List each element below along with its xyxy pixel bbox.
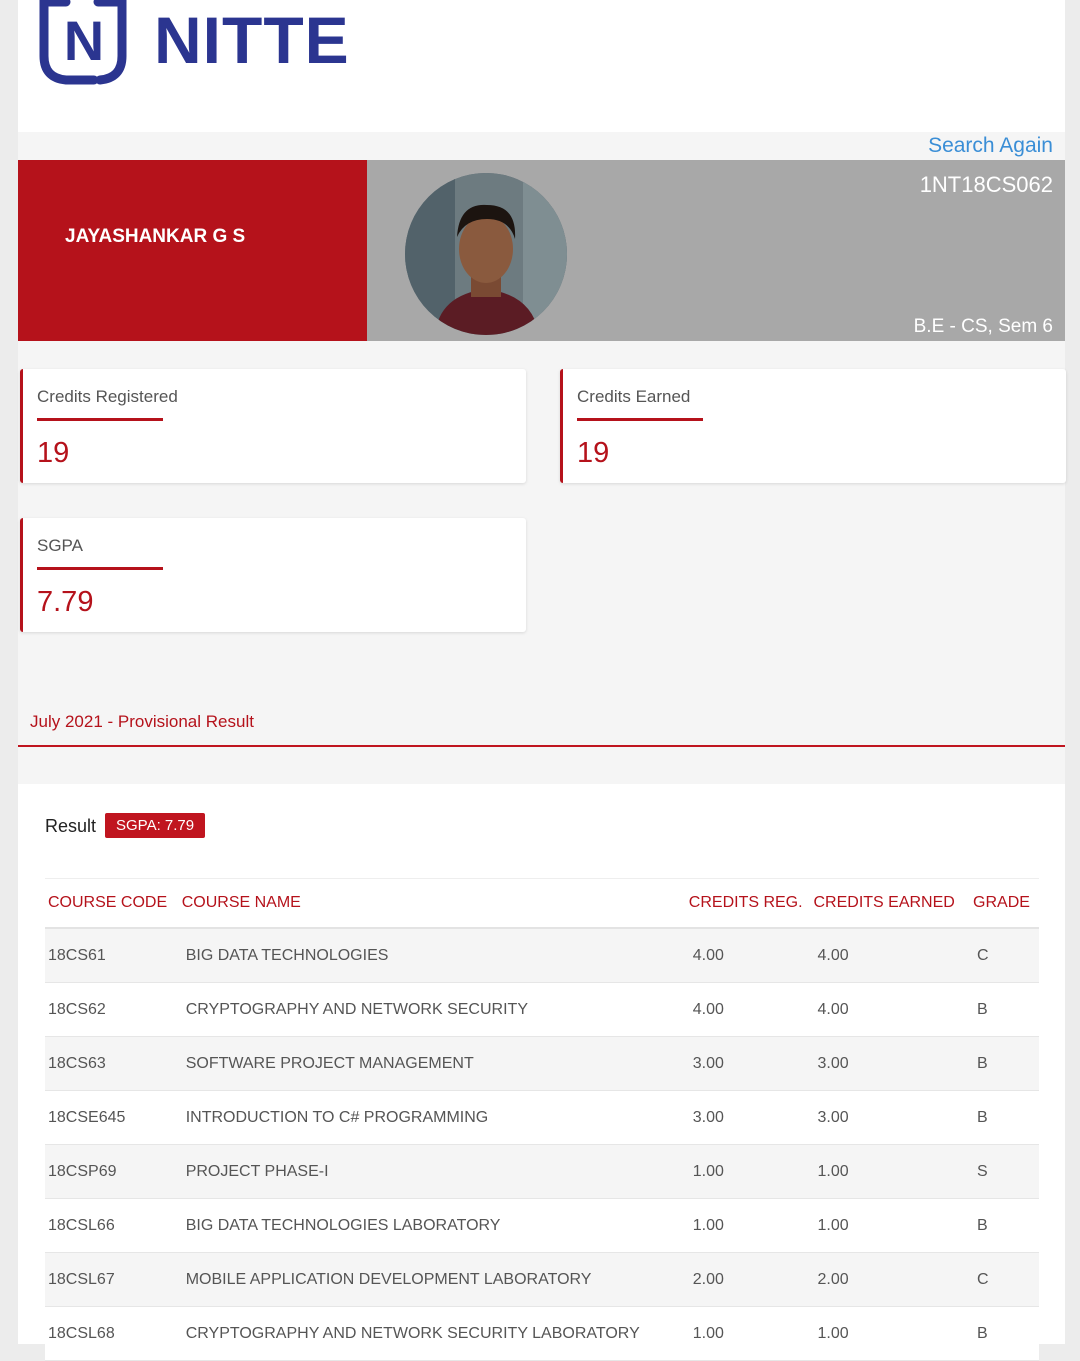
- brand-name: NITTE: [154, 3, 350, 77]
- student-usn: 1NT18CS062: [919, 172, 1053, 197]
- credits-earned: 3.00: [813, 1036, 974, 1091]
- student-program: B.E - CS, Sem 6: [913, 316, 1053, 337]
- course-code: 18CSE645: [45, 1090, 182, 1145]
- sgpa-value: 7.79: [37, 586, 94, 618]
- credits-reg: 4.00: [688, 982, 814, 1037]
- column-header-credits-reg: CREDITS REG.: [688, 878, 814, 929]
- column-header-course-code: COURSE CODE: [45, 878, 182, 929]
- table-row: 18CS62 CRYPTOGRAPHY AND NETWORK SECURITY…: [45, 982, 1039, 1037]
- grade: B: [973, 1306, 1039, 1361]
- result-panel: Result SGPA: 7.79 COURSE CODE COURSE NAM…: [18, 784, 1065, 1361]
- credits-reg: 1.00: [688, 1198, 814, 1253]
- course-name: BIG DATA TECHNOLOGIES LABORATORY: [181, 1198, 689, 1253]
- card-rule: [37, 418, 163, 421]
- table-row: 18CS61 BIG DATA TECHNOLOGIES 4.00 4.00 C: [45, 928, 1039, 983]
- course-name: CRYPTOGRAPHY AND NETWORK SECURITY: [181, 982, 689, 1037]
- credits-reg: 3.00: [688, 1036, 814, 1091]
- table-row: 18CSL66 BIG DATA TECHNOLOGIES LABORATORY…: [45, 1198, 1039, 1253]
- nitte-logo-icon: N: [39, 0, 127, 85]
- table-row: 18CSL68 CRYPTOGRAPHY AND NETWORK SECURIT…: [45, 1306, 1039, 1361]
- credits-earned: 1.00: [813, 1144, 974, 1199]
- credits-earned: 1.00: [813, 1306, 974, 1361]
- student-info-panel: 1NT18CS062 B.E - CS, Sem 6: [367, 160, 1065, 341]
- credits-earned-value: 19: [577, 437, 610, 469]
- table-row: 18CSE645 INTRODUCTION TO C# PROGRAMMING …: [45, 1090, 1039, 1145]
- result-label: Result: [45, 816, 97, 836]
- credits-earned-label: Credits Earned: [577, 387, 691, 406]
- results-table: COURSE CODE COURSE NAME CREDITS REG. CRE…: [45, 878, 1039, 1361]
- credits-earned: 1.00: [813, 1198, 974, 1253]
- result-page: N NITTE Search Again JAYASHANKAR G S 1NT…: [18, 0, 1066, 1361]
- credits-earned: 4.00: [813, 928, 974, 983]
- course-code: 18CSL67: [45, 1252, 182, 1307]
- credits-earned-card: Credits Earned 19: [560, 369, 1066, 483]
- sgpa-badge: SGPA: 7.79: [105, 813, 206, 838]
- course-code: 18CS61: [45, 928, 182, 983]
- table-row: 18CS63 SOFTWARE PROJECT MANAGEMENT 3.00 …: [45, 1036, 1039, 1091]
- student-photo: [405, 173, 567, 335]
- credits-reg: 4.00: [688, 928, 814, 983]
- grade: B: [973, 1036, 1039, 1091]
- course-name: BIG DATA TECHNOLOGIES: [181, 928, 689, 983]
- column-header-credits-earned: CREDITS EARNED: [813, 878, 974, 929]
- column-header-course-name: COURSE NAME: [181, 878, 689, 929]
- result-period-title: July 2021 - Provisional Result: [30, 712, 254, 731]
- course-code: 18CS63: [45, 1036, 182, 1091]
- course-code: 18CSL66: [45, 1198, 182, 1253]
- grade: C: [973, 928, 1039, 983]
- sgpa-card: SGPA 7.79: [20, 518, 526, 632]
- sgpa-label: SGPA: [37, 536, 83, 555]
- course-code: 18CSL68: [45, 1306, 182, 1361]
- student-name: JAYASHANKAR G S: [65, 226, 246, 247]
- column-header-grade: GRADE: [973, 878, 1039, 929]
- search-again-link[interactable]: Search Again: [928, 132, 1053, 160]
- course-name: SOFTWARE PROJECT MANAGEMENT: [181, 1036, 689, 1091]
- credits-registered-card: Credits Registered 19: [20, 369, 526, 483]
- grade: B: [973, 1090, 1039, 1145]
- student-profile-band: JAYASHANKAR G S 1NT18CS062 B.E - CS, Sem…: [18, 160, 1065, 341]
- course-name: CRYPTOGRAPHY AND NETWORK SECURITY LABORA…: [181, 1306, 689, 1361]
- table-header-row: COURSE CODE COURSE NAME CREDITS REG. CRE…: [45, 878, 1039, 929]
- grade: B: [973, 982, 1039, 1037]
- credits-earned: 2.00: [813, 1252, 974, 1307]
- table-row: 18CSP69 PROJECT PHASE-I 1.00 1.00 S: [45, 1144, 1039, 1199]
- course-code: 18CSP69: [45, 1144, 182, 1199]
- credits-reg: 1.00: [688, 1144, 814, 1199]
- credits-reg: 1.00: [688, 1306, 814, 1361]
- credits-reg: 3.00: [688, 1090, 814, 1145]
- grade: C: [973, 1252, 1039, 1307]
- credits-earned: 4.00: [813, 982, 974, 1037]
- table-row: 18CSL67 MOBILE APPLICATION DEVELOPMENT L…: [45, 1252, 1039, 1307]
- logo-letter: N: [64, 9, 104, 72]
- grade: B: [973, 1198, 1039, 1253]
- credits-registered-label: Credits Registered: [37, 387, 178, 406]
- course-code: 18CS62: [45, 982, 182, 1037]
- course-name: PROJECT PHASE-I: [181, 1144, 689, 1199]
- card-rule: [577, 418, 703, 421]
- course-name: MOBILE APPLICATION DEVELOPMENT LABORATOR…: [181, 1252, 689, 1307]
- course-name: INTRODUCTION TO C# PROGRAMMING: [181, 1090, 689, 1145]
- divider: [18, 745, 1065, 747]
- card-rule: [37, 567, 163, 570]
- credits-reg: 2.00: [688, 1252, 814, 1307]
- grade: S: [973, 1144, 1039, 1199]
- credits-earned: 3.00: [813, 1090, 974, 1145]
- site-header: N NITTE: [18, 0, 1065, 132]
- student-name-panel: JAYASHANKAR G S: [18, 160, 367, 341]
- credits-registered-value: 19: [37, 437, 70, 469]
